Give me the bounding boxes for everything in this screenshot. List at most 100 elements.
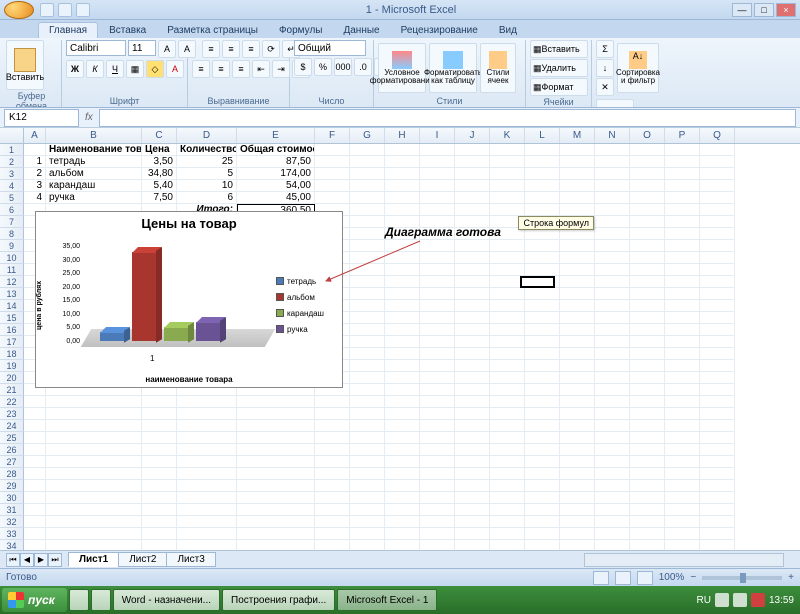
align-mid-icon[interactable]: ≡: [222, 40, 240, 58]
cell[interactable]: [455, 504, 490, 516]
row-header-27[interactable]: 27: [0, 456, 24, 468]
cell[interactable]: [350, 156, 385, 168]
cell-styles-button[interactable]: Стили ячеек: [480, 43, 516, 93]
cell[interactable]: [525, 396, 560, 408]
maximize-button[interactable]: □: [754, 3, 774, 17]
cell[interactable]: [420, 192, 455, 204]
tray-icon-1[interactable]: [715, 593, 729, 607]
cell[interactable]: [350, 540, 385, 550]
paste-button[interactable]: Вставить: [6, 40, 44, 90]
cell[interactable]: [315, 432, 350, 444]
row-header-14[interactable]: 14: [0, 300, 24, 312]
col-header-O[interactable]: O: [630, 128, 665, 143]
sheet-last-icon[interactable]: ⏭: [48, 553, 62, 567]
row-header-10[interactable]: 10: [0, 252, 24, 264]
cell[interactable]: [142, 444, 177, 456]
cell[interactable]: [455, 180, 490, 192]
cell[interactable]: [560, 420, 595, 432]
cell[interactable]: [46, 540, 142, 550]
orientation-icon[interactable]: ⟳: [262, 40, 280, 58]
cell[interactable]: [700, 456, 735, 468]
cell[interactable]: [455, 288, 490, 300]
cell[interactable]: [595, 420, 630, 432]
cell[interactable]: [630, 528, 665, 540]
cell[interactable]: [595, 492, 630, 504]
cell[interactable]: [595, 348, 630, 360]
cell[interactable]: [595, 144, 630, 156]
cell[interactable]: [142, 516, 177, 528]
cell[interactable]: [700, 252, 735, 264]
clear-icon[interactable]: ✕: [596, 78, 614, 96]
cell[interactable]: [525, 480, 560, 492]
cell[interactable]: [142, 468, 177, 480]
cell[interactable]: [525, 324, 560, 336]
cell[interactable]: [237, 528, 315, 540]
cell[interactable]: [630, 432, 665, 444]
cell[interactable]: [665, 540, 700, 550]
cell[interactable]: [315, 540, 350, 550]
cell[interactable]: [24, 504, 46, 516]
tab-review[interactable]: Рецензирование: [391, 23, 488, 38]
cell[interactable]: 45,00: [237, 192, 315, 204]
cell[interactable]: [560, 276, 595, 288]
cell[interactable]: [455, 252, 490, 264]
font-color-icon[interactable]: A: [166, 60, 184, 78]
cell[interactable]: [665, 480, 700, 492]
col-header-E[interactable]: E: [237, 128, 315, 143]
language-indicator[interactable]: RU: [697, 595, 711, 606]
sheet-tab-3[interactable]: Лист3: [166, 552, 215, 567]
row-header-1[interactable]: 1: [0, 144, 24, 156]
cell[interactable]: [24, 468, 46, 480]
cell[interactable]: [630, 336, 665, 348]
cell[interactable]: [700, 180, 735, 192]
cell[interactable]: [385, 264, 420, 276]
cell[interactable]: [560, 324, 595, 336]
cell[interactable]: [350, 372, 385, 384]
cell[interactable]: [560, 432, 595, 444]
cell[interactable]: [560, 204, 595, 216]
tab-home[interactable]: Главная: [38, 22, 98, 38]
cell[interactable]: [595, 360, 630, 372]
cell[interactable]: [665, 492, 700, 504]
cell[interactable]: [525, 528, 560, 540]
cell[interactable]: [630, 324, 665, 336]
cell[interactable]: [46, 432, 142, 444]
row-header-7[interactable]: 7: [0, 216, 24, 228]
cell[interactable]: [700, 276, 735, 288]
cell[interactable]: [237, 492, 315, 504]
cell[interactable]: [665, 204, 700, 216]
cell[interactable]: [350, 348, 385, 360]
col-header-C[interactable]: C: [142, 128, 177, 143]
cell[interactable]: [46, 480, 142, 492]
cell[interactable]: [385, 456, 420, 468]
cell[interactable]: [237, 504, 315, 516]
cell[interactable]: [665, 432, 700, 444]
cell[interactable]: [350, 192, 385, 204]
sheet-first-icon[interactable]: ⏮: [6, 553, 20, 567]
cell[interactable]: [420, 444, 455, 456]
cell[interactable]: [24, 396, 46, 408]
cell[interactable]: [177, 420, 237, 432]
cell[interactable]: [350, 528, 385, 540]
bold-button[interactable]: Ж: [66, 60, 84, 78]
cell[interactable]: [385, 372, 420, 384]
cell[interactable]: [385, 384, 420, 396]
cell[interactable]: [700, 396, 735, 408]
cell[interactable]: [385, 504, 420, 516]
cell[interactable]: [315, 156, 350, 168]
cell[interactable]: [490, 420, 525, 432]
cell[interactable]: [455, 240, 490, 252]
cell[interactable]: [46, 504, 142, 516]
cell[interactable]: [385, 492, 420, 504]
cell[interactable]: [237, 540, 315, 550]
cell[interactable]: [595, 336, 630, 348]
cell[interactable]: [560, 312, 595, 324]
col-header-Q[interactable]: Q: [700, 128, 735, 143]
cell[interactable]: [237, 516, 315, 528]
cell[interactable]: [525, 420, 560, 432]
cell[interactable]: [350, 480, 385, 492]
taskbar-item-chart[interactable]: Построения графи...: [222, 589, 335, 611]
cell[interactable]: [665, 384, 700, 396]
row-header-12[interactable]: 12: [0, 276, 24, 288]
align-right-icon[interactable]: ≡: [232, 60, 250, 78]
